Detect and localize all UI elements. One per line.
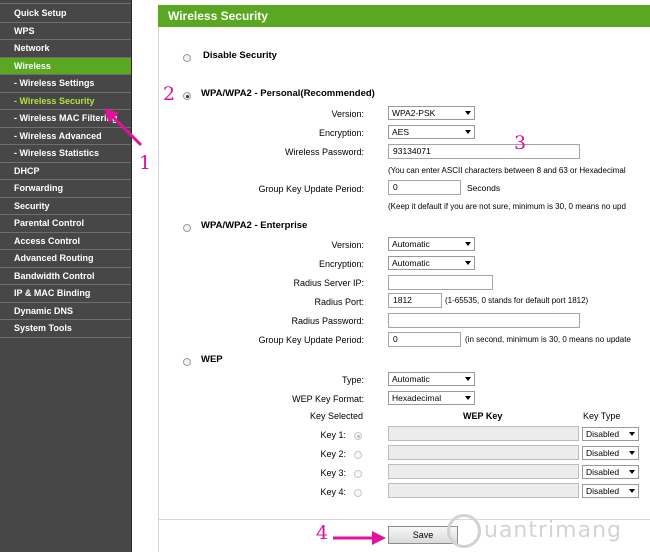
router-admin-page: Quick Setup WPS Network Wireless - Wirel… (0, 0, 650, 552)
annotation-arrow-1-icon (104, 108, 143, 147)
annotation-arrows (104, 108, 386, 545)
annotation-arrow-4-icon (333, 531, 386, 545)
